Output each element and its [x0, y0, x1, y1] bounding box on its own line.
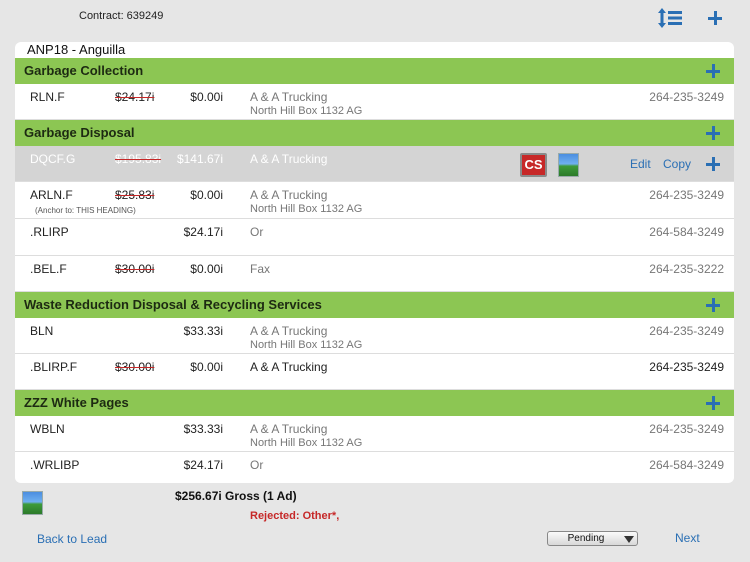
- listing-code: .BLIRP.F: [30, 360, 78, 374]
- vendor-phone: 264-235-3249: [649, 360, 724, 374]
- vendor-phone: 264-584-3249: [649, 458, 724, 472]
- vendor-name: A & A Trucking: [250, 90, 328, 104]
- vendor-name: A & A Trucking: [250, 152, 328, 166]
- back-to-lead-button[interactable]: Back to Lead: [37, 532, 107, 546]
- vendor-phone: 264-235-3249: [649, 422, 724, 436]
- edit-button[interactable]: Edit: [630, 157, 651, 171]
- listing-price: $141.67i: [176, 152, 223, 166]
- vendor-name: A & A Trucking: [250, 324, 328, 338]
- section-header: Garbage Disposal: [15, 120, 734, 146]
- listing-row[interactable]: BLN $33.33i A & A Trucking North Hill Bo…: [15, 318, 734, 354]
- add-heading-icon[interactable]: [706, 126, 720, 140]
- vendor-phone: 264-235-3222: [649, 262, 724, 276]
- listing-price: $0.00i: [190, 188, 223, 202]
- listing-price: $24.17i: [183, 225, 223, 239]
- listing-row[interactable]: WBLN $33.33i A & A Trucking North Hill B…: [15, 416, 734, 452]
- listing-price: $0.00i: [190, 262, 223, 276]
- listing-code: RLN.F: [30, 90, 65, 104]
- vendor-name: Or: [250, 225, 264, 239]
- listing-price: $33.33i: [183, 324, 223, 338]
- listing-row[interactable]: .RLIRP $24.17i Or 264-584-3249: [15, 219, 734, 256]
- vendor-phone: 264-235-3249: [649, 90, 724, 104]
- status-select-value: Pending: [567, 533, 605, 544]
- listing-row[interactable]: RLN.F $24.17i $0.00i A & A Trucking Nort…: [15, 84, 734, 120]
- vendor-name: A & A Trucking: [250, 188, 328, 202]
- section-header: Waste Reduction Disposal & Recycling Ser…: [15, 292, 734, 318]
- cs-icon[interactable]: CS: [520, 153, 547, 177]
- vendor-address: North Hill Box 1132 AG: [250, 339, 363, 351]
- listing-price: $24.17i: [183, 458, 223, 472]
- anchor-note: (Anchor to: THIS HEADING): [35, 206, 136, 215]
- vendor-name: Or: [250, 458, 264, 472]
- status-select[interactable]: Pending: [547, 531, 638, 546]
- listing-code: ARLN.F: [30, 188, 73, 202]
- listing-row[interactable]: .WRLIBP $24.17i Or 264-584-3249: [15, 452, 734, 482]
- vendor-address: North Hill Box 1132 AG: [250, 437, 363, 449]
- ad-image-icon[interactable]: [22, 491, 43, 515]
- section-header: ZZZ White Pages: [15, 390, 734, 416]
- listing-row-selected[interactable]: DQCF.G $195.83i $141.67i A & A Trucking …: [15, 146, 734, 182]
- add-heading-icon[interactable]: [706, 396, 720, 410]
- chevron-down-icon: [624, 536, 634, 543]
- vendor-name: A & A Trucking: [250, 360, 328, 374]
- section-label: ZZZ White Pages: [24, 395, 129, 410]
- listing-price: $33.33i: [183, 422, 223, 436]
- add-listing-icon[interactable]: [706, 157, 720, 171]
- image-icon[interactable]: [558, 153, 579, 177]
- vendor-name: Fax: [250, 262, 271, 276]
- listing-price: $0.00i: [190, 360, 223, 374]
- top-bar: Contract: 639249: [0, 0, 750, 38]
- vendor-phone: 264-235-3249: [649, 188, 724, 202]
- vendor-address: North Hill Box 1132 AG: [250, 203, 363, 215]
- gross-total: $256.67i Gross (1 Ad): [175, 489, 297, 503]
- listing-code: .RLIRP: [30, 225, 69, 239]
- vendor-address: North Hill Box 1132 AG: [250, 105, 363, 117]
- listing-row[interactable]: .BLIRP.F $30.00i $0.00i A & A Trucking 2…: [15, 354, 734, 390]
- listing-code: DQCF.G: [30, 152, 76, 166]
- section-label: Waste Reduction Disposal & Recycling Ser…: [24, 297, 322, 312]
- contract-label: Contract: 639249: [79, 10, 164, 22]
- listing-code: BLN: [30, 324, 54, 338]
- vendor-phone: 264-584-3249: [649, 225, 724, 239]
- listing-row[interactable]: ARLN.F (Anchor to: THIS HEADING) $25.83i…: [15, 182, 734, 219]
- section-label: Garbage Collection: [24, 63, 144, 78]
- listing-code: WBLN: [30, 422, 65, 436]
- ad-card: ANP18 - Anguilla Garbage Collection RLN.…: [15, 42, 734, 483]
- add-heading-icon[interactable]: [706, 298, 720, 312]
- section-label: Garbage Disposal: [24, 125, 135, 140]
- add-ad-icon[interactable]: [708, 11, 722, 25]
- vendor-name: A & A Trucking: [250, 422, 328, 436]
- listing-price: $0.00i: [190, 90, 223, 104]
- add-heading-icon[interactable]: [706, 64, 720, 78]
- sort-icon[interactable]: [656, 6, 684, 30]
- vendor-phone: 264-235-3249: [649, 324, 724, 338]
- listing-code: .BEL.F: [30, 262, 67, 276]
- next-button[interactable]: Next: [675, 531, 700, 545]
- copy-button[interactable]: Copy: [663, 157, 691, 171]
- rejected-status: Rejected: Other*,: [250, 510, 340, 522]
- listing-row[interactable]: .BEL.F $30.00i $0.00i Fax 264-235-3222: [15, 256, 734, 292]
- listing-code: .WRLIBP: [30, 458, 80, 472]
- section-header: Garbage Collection: [15, 58, 734, 84]
- card-title: ANP18 - Anguilla: [27, 42, 126, 57]
